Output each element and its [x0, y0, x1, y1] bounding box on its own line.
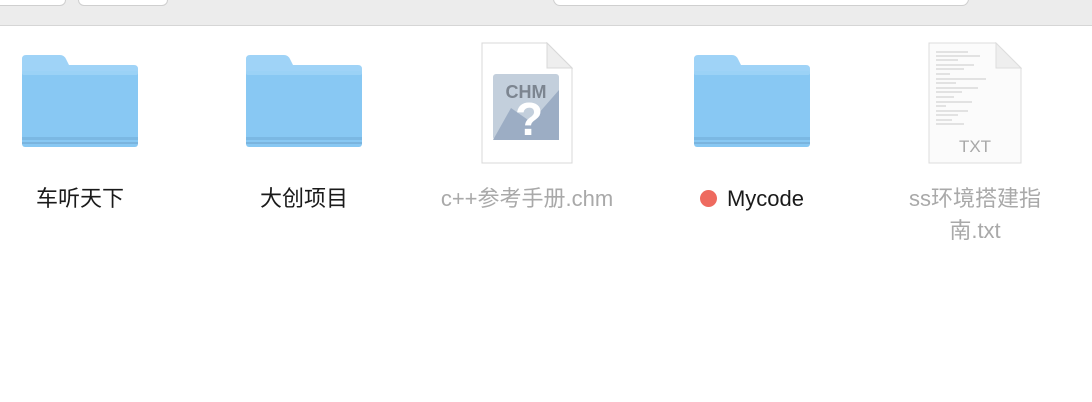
- folder-icon: [662, 40, 842, 165]
- file-item-label: c++参考手册.chm: [440, 186, 614, 211]
- search-field[interactable]: [553, 0, 969, 6]
- chm-file-icon: CHM ?: [437, 40, 617, 165]
- file-item-label: Mycode: [726, 186, 805, 211]
- folder-icon: [214, 40, 394, 165]
- svg-text:?: ?: [515, 93, 543, 145]
- file-item-folder-mycode[interactable]: Mycode: [662, 40, 842, 260]
- red-tag-dot-icon: [699, 190, 717, 207]
- folder-icon: [0, 40, 170, 165]
- file-item-txt[interactable]: TXT ss环境搭建指 南.txt: [885, 40, 1065, 260]
- toolbar-button-view[interactable]: [78, 0, 168, 6]
- txt-badge: TXT: [959, 137, 991, 156]
- file-item-label: 大创项目: [259, 186, 348, 211]
- file-item-label: 车听天下: [35, 186, 124, 211]
- file-icon-grid: 车听天下 大创项目 CHM ? c++参考手册.chm Mycode TXT s…: [0, 26, 1092, 402]
- toolbar-button-left[interactable]: [0, 0, 66, 6]
- file-item-chm[interactable]: CHM ? c++参考手册.chm: [437, 40, 617, 260]
- file-item-folder-chetingtianxia[interactable]: 车听天下: [0, 40, 170, 260]
- file-item-label-line2: 南.txt: [949, 218, 1001, 243]
- file-item-folder-dachuangxiangmu[interactable]: 大创项目: [214, 40, 394, 260]
- file-item-label: ss环境搭建指 南.txt: [885, 183, 1065, 247]
- finder-toolbar: [0, 0, 1092, 26]
- file-item-label-row: Mycode: [662, 183, 842, 215]
- txt-file-icon: TXT: [885, 40, 1065, 165]
- file-item-label-line1: ss环境搭建指: [908, 186, 1041, 211]
